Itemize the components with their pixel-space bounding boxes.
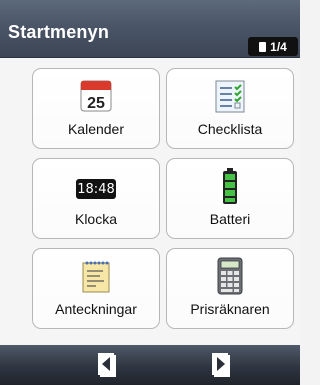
tile-label: Kalender xyxy=(67,121,125,137)
checklist-icon xyxy=(210,76,250,116)
tile-battery[interactable]: Batteri xyxy=(166,158,294,239)
clock-time-display: 18:48 xyxy=(76,179,116,199)
tile-notes[interactable]: Anteckningar xyxy=(32,248,160,329)
start-menu-screen: Startmenyn 1/4 25 Kalender Checklista 18… xyxy=(0,0,300,385)
tile-calendar[interactable]: 25 Kalender xyxy=(32,68,160,149)
tile-checklist[interactable]: Checklista xyxy=(166,68,294,149)
tile-price-calculator[interactable]: Prisräknaren xyxy=(166,248,294,329)
price-calculator-icon xyxy=(210,256,250,296)
calendar-day-number: 25 xyxy=(87,95,105,112)
tile-label: Klocka xyxy=(74,211,118,227)
notes-icon xyxy=(76,256,116,296)
app-grid: 25 Kalender Checklista 18:48 Klocka Batt… xyxy=(0,0,300,345)
footer-bar xyxy=(0,345,300,385)
tile-label: Prisräknaren xyxy=(190,301,270,317)
tile-label: Checklista xyxy=(197,121,263,137)
battery-icon xyxy=(210,166,250,206)
calendar-icon: 25 xyxy=(76,76,116,116)
tile-clock[interactable]: 18:48 Klocka xyxy=(32,158,160,239)
clock-icon: 18:48 xyxy=(76,166,116,206)
next-page-button[interactable] xyxy=(209,351,233,379)
page-back-icon xyxy=(98,353,116,377)
previous-page-button[interactable] xyxy=(95,351,119,379)
tile-label: Batteri xyxy=(209,211,251,227)
page-forward-icon xyxy=(212,353,230,377)
tile-label: Anteckningar xyxy=(55,301,137,317)
